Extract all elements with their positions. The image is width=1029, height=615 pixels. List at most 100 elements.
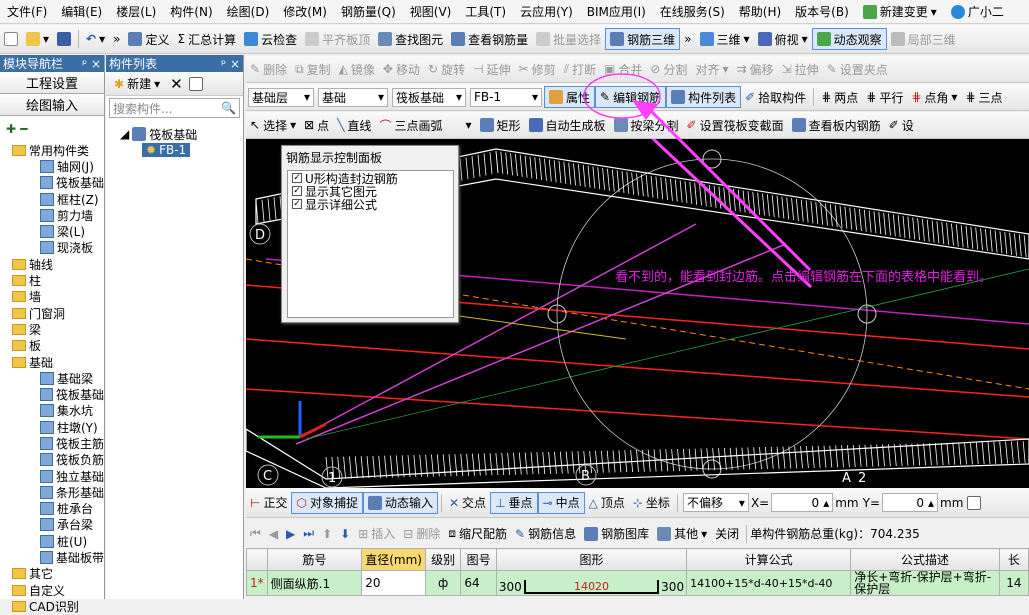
nav-folder[interactable]: CAD识别 — [0, 598, 104, 614]
delete-button[interactable]: ✎ 删除 — [246, 58, 291, 80]
three-point-button[interactable]: ⋕ 三点 — [961, 86, 1006, 108]
nav-folder[interactable]: 墙 — [0, 289, 104, 305]
undo-button[interactable]: ↶ ▾ — [82, 28, 109, 50]
menu-view[interactable]: 视图(V) — [403, 0, 459, 23]
split-button[interactable]: ⊘ 分割 — [646, 58, 691, 80]
break-button[interactable]: ⫽ 打断 — [560, 58, 600, 80]
other-button[interactable]: 其他 ▾ — [653, 523, 711, 545]
set-slope-button[interactable]: ✐ 设置筏板变截面 — [683, 114, 788, 136]
coord-button[interactable]: ⊹ 坐标 — [629, 492, 674, 514]
two-point-button[interactable]: ⋕ 两点 — [817, 86, 862, 108]
grid-delete-button[interactable]: ⊟ 删除 — [399, 523, 444, 545]
point-angle-button[interactable]: ⋕ 点角 ▾ — [907, 86, 961, 108]
extend-button[interactable]: ⊣ 延伸 — [469, 58, 514, 80]
object-snap-button[interactable]: ⬡ 对象捕捉 — [291, 491, 363, 514]
find-button[interactable]: 查找图元 — [374, 28, 447, 50]
tree-child[interactable]: ✹ FB-1 — [120, 142, 243, 158]
sum-button[interactable]: Σ 汇总计算 — [173, 28, 240, 50]
menu-modify[interactable]: 修改(M) — [276, 0, 334, 23]
nav-item[interactable]: 剪力墙 — [0, 207, 104, 223]
last-button[interactable]: ⏭ — [299, 523, 318, 545]
nav-item[interactable]: 独立基础 — [0, 468, 104, 484]
menu-component[interactable]: 构件(N) — [163, 0, 219, 23]
nav-folder[interactable]: 自定义 — [0, 582, 104, 598]
batch-select-button[interactable]: 批量选择 — [532, 28, 605, 50]
offset-select[interactable]: 不偏移 ▾ — [682, 493, 749, 512]
menu-help[interactable]: 帮助(H) — [732, 0, 788, 23]
more-button[interactable]: » — [109, 28, 124, 50]
set-button[interactable]: ✐ 设 — [885, 114, 918, 136]
cell-diameter[interactable]: 20 — [361, 570, 426, 596]
nav-folder[interactable]: 柱 — [0, 272, 104, 288]
search-input[interactable]: 搜索构件... 🔍 — [109, 98, 240, 118]
menu-version[interactable]: 版本号(B) — [788, 0, 856, 23]
merge-button[interactable]: ▣ 合并 — [600, 58, 646, 80]
nav-item[interactable]: 框柱(Z) — [0, 191, 104, 207]
menu-online[interactable]: 在线服务(S) — [653, 0, 732, 23]
arc-button[interactable]: ⌒ 三点画弧 ▾ — [375, 114, 475, 136]
view-rebar-button[interactable]: 查看钢筋量 — [447, 28, 532, 50]
menu-bim[interactable]: BIM应用(I) — [580, 0, 653, 23]
trim-button[interactable]: ✂ 修剪 — [515, 58, 560, 80]
nav-item[interactable]: 筏板负筋 — [0, 452, 104, 468]
dynamic-view-button[interactable]: 动态观察 — [811, 28, 887, 50]
define-button[interactable]: 定义 — [124, 28, 173, 50]
mid-button[interactable]: ⊸ 中点 — [537, 491, 585, 514]
menu-draw[interactable]: 绘图(D) — [220, 0, 277, 23]
top-view-button[interactable]: 俯视 ▾ — [754, 28, 812, 50]
menu-guangxiaoer[interactable]: 广小二 — [944, 0, 1011, 23]
rotate-button[interactable]: ↻ 旋转 — [424, 58, 469, 80]
nav-folder[interactable]: 轴线 — [0, 256, 104, 272]
cell-shape[interactable]: 300 14020 300 — [495, 570, 688, 596]
offset-button[interactable]: ⇉ 偏移 — [732, 58, 777, 80]
menu-new-change[interactable]: 新建变更 ▾ — [856, 0, 944, 23]
line-button[interactable]: ╲ 直线 — [333, 114, 375, 136]
tree-root[interactable]: ◢ 筏板基础 — [120, 126, 243, 142]
view-inner-button[interactable]: 查看板内钢筋 — [788, 114, 885, 136]
stretch-button[interactable]: ⇲ 拉伸 — [778, 58, 823, 80]
section-drawing-input[interactable]: 绘图输入 — [0, 94, 104, 116]
lock-checkbox[interactable] — [967, 495, 982, 510]
component-list-button[interactable]: 构件列表 — [666, 86, 742, 108]
edit-rebar-button[interactable]: ✎ 编辑钢筋 — [595, 86, 667, 108]
nav-item[interactable]: 桩承台 — [0, 501, 104, 517]
nav-item[interactable]: 筏板主筋 — [0, 435, 104, 451]
close-button[interactable]: 关闭 — [711, 523, 743, 545]
table-row[interactable]: 1* 侧面纵筋.1 20 ф 64 300 14020 300 14100+15… — [246, 570, 1029, 596]
auto-generate-button[interactable]: 自动生成板 — [525, 114, 610, 136]
dynamic-input-button[interactable]: 动态输入 — [362, 491, 438, 514]
down-button[interactable]: ⬇ — [336, 523, 354, 545]
menu-edit[interactable]: 编辑(E) — [54, 0, 109, 23]
new-file-button[interactable] — [0, 28, 22, 50]
checkbox-formula[interactable]: ✓ 显示详细公式 — [288, 198, 453, 212]
cell-grade[interactable]: ф — [424, 570, 462, 596]
prev-button[interactable]: ◀ — [265, 523, 282, 545]
cell-formula[interactable]: 14100+15*d-40+15*d-40 — [686, 570, 852, 596]
nav-item[interactable]: 现浇板 — [0, 240, 104, 256]
more-button-2[interactable]: » — [680, 28, 695, 50]
split-axis-button[interactable]: 按梁分割 — [610, 114, 683, 136]
nav-item[interactable]: 基础板带 — [0, 549, 104, 565]
type-select[interactable]: 基础 ▾ — [318, 87, 388, 107]
menu-cloud[interactable]: 云应用(Y) — [513, 0, 580, 23]
parallel-button[interactable]: ⋕ 平行 — [862, 86, 907, 108]
new-component-button[interactable]: ✱ 新建 ▾ — [110, 73, 164, 95]
nav-folder[interactable]: 门窗洞 — [0, 305, 104, 321]
properties-button[interactable]: 属性 — [544, 86, 596, 108]
cell-name[interactable]: 侧面纵筋.1 — [266, 570, 363, 596]
panel-controls-2[interactable]: ᵖ × — [221, 57, 240, 71]
cell-figure[interactable]: 64 — [460, 570, 497, 596]
menu-rebar-qty[interactable]: 钢筋量(Q) — [334, 0, 403, 23]
section-project-settings[interactable]: 工程设置 — [0, 72, 104, 94]
intersect-button[interactable]: ✕ 交点 — [445, 492, 490, 514]
search-icon[interactable]: 🔍 — [221, 101, 236, 115]
cell-description[interactable]: 净长+弯折-保护层+弯折-保护层 — [850, 570, 1000, 596]
nav-item[interactable]: 集水坑 — [0, 403, 104, 419]
copy-button[interactable]: ⧉ 复制 — [291, 58, 335, 80]
nav-item[interactable]: 承台梁 — [0, 517, 104, 533]
mirror-button[interactable]: ◭ 镜像 — [335, 58, 379, 80]
nav-folder[interactable]: 板 — [0, 338, 104, 354]
item-select[interactable]: FB-1 ▾ — [470, 87, 542, 107]
select-button[interactable]: ↖ 选择 ▾ — [246, 114, 300, 136]
point-button[interactable]: ⊠ 点 — [300, 114, 333, 136]
